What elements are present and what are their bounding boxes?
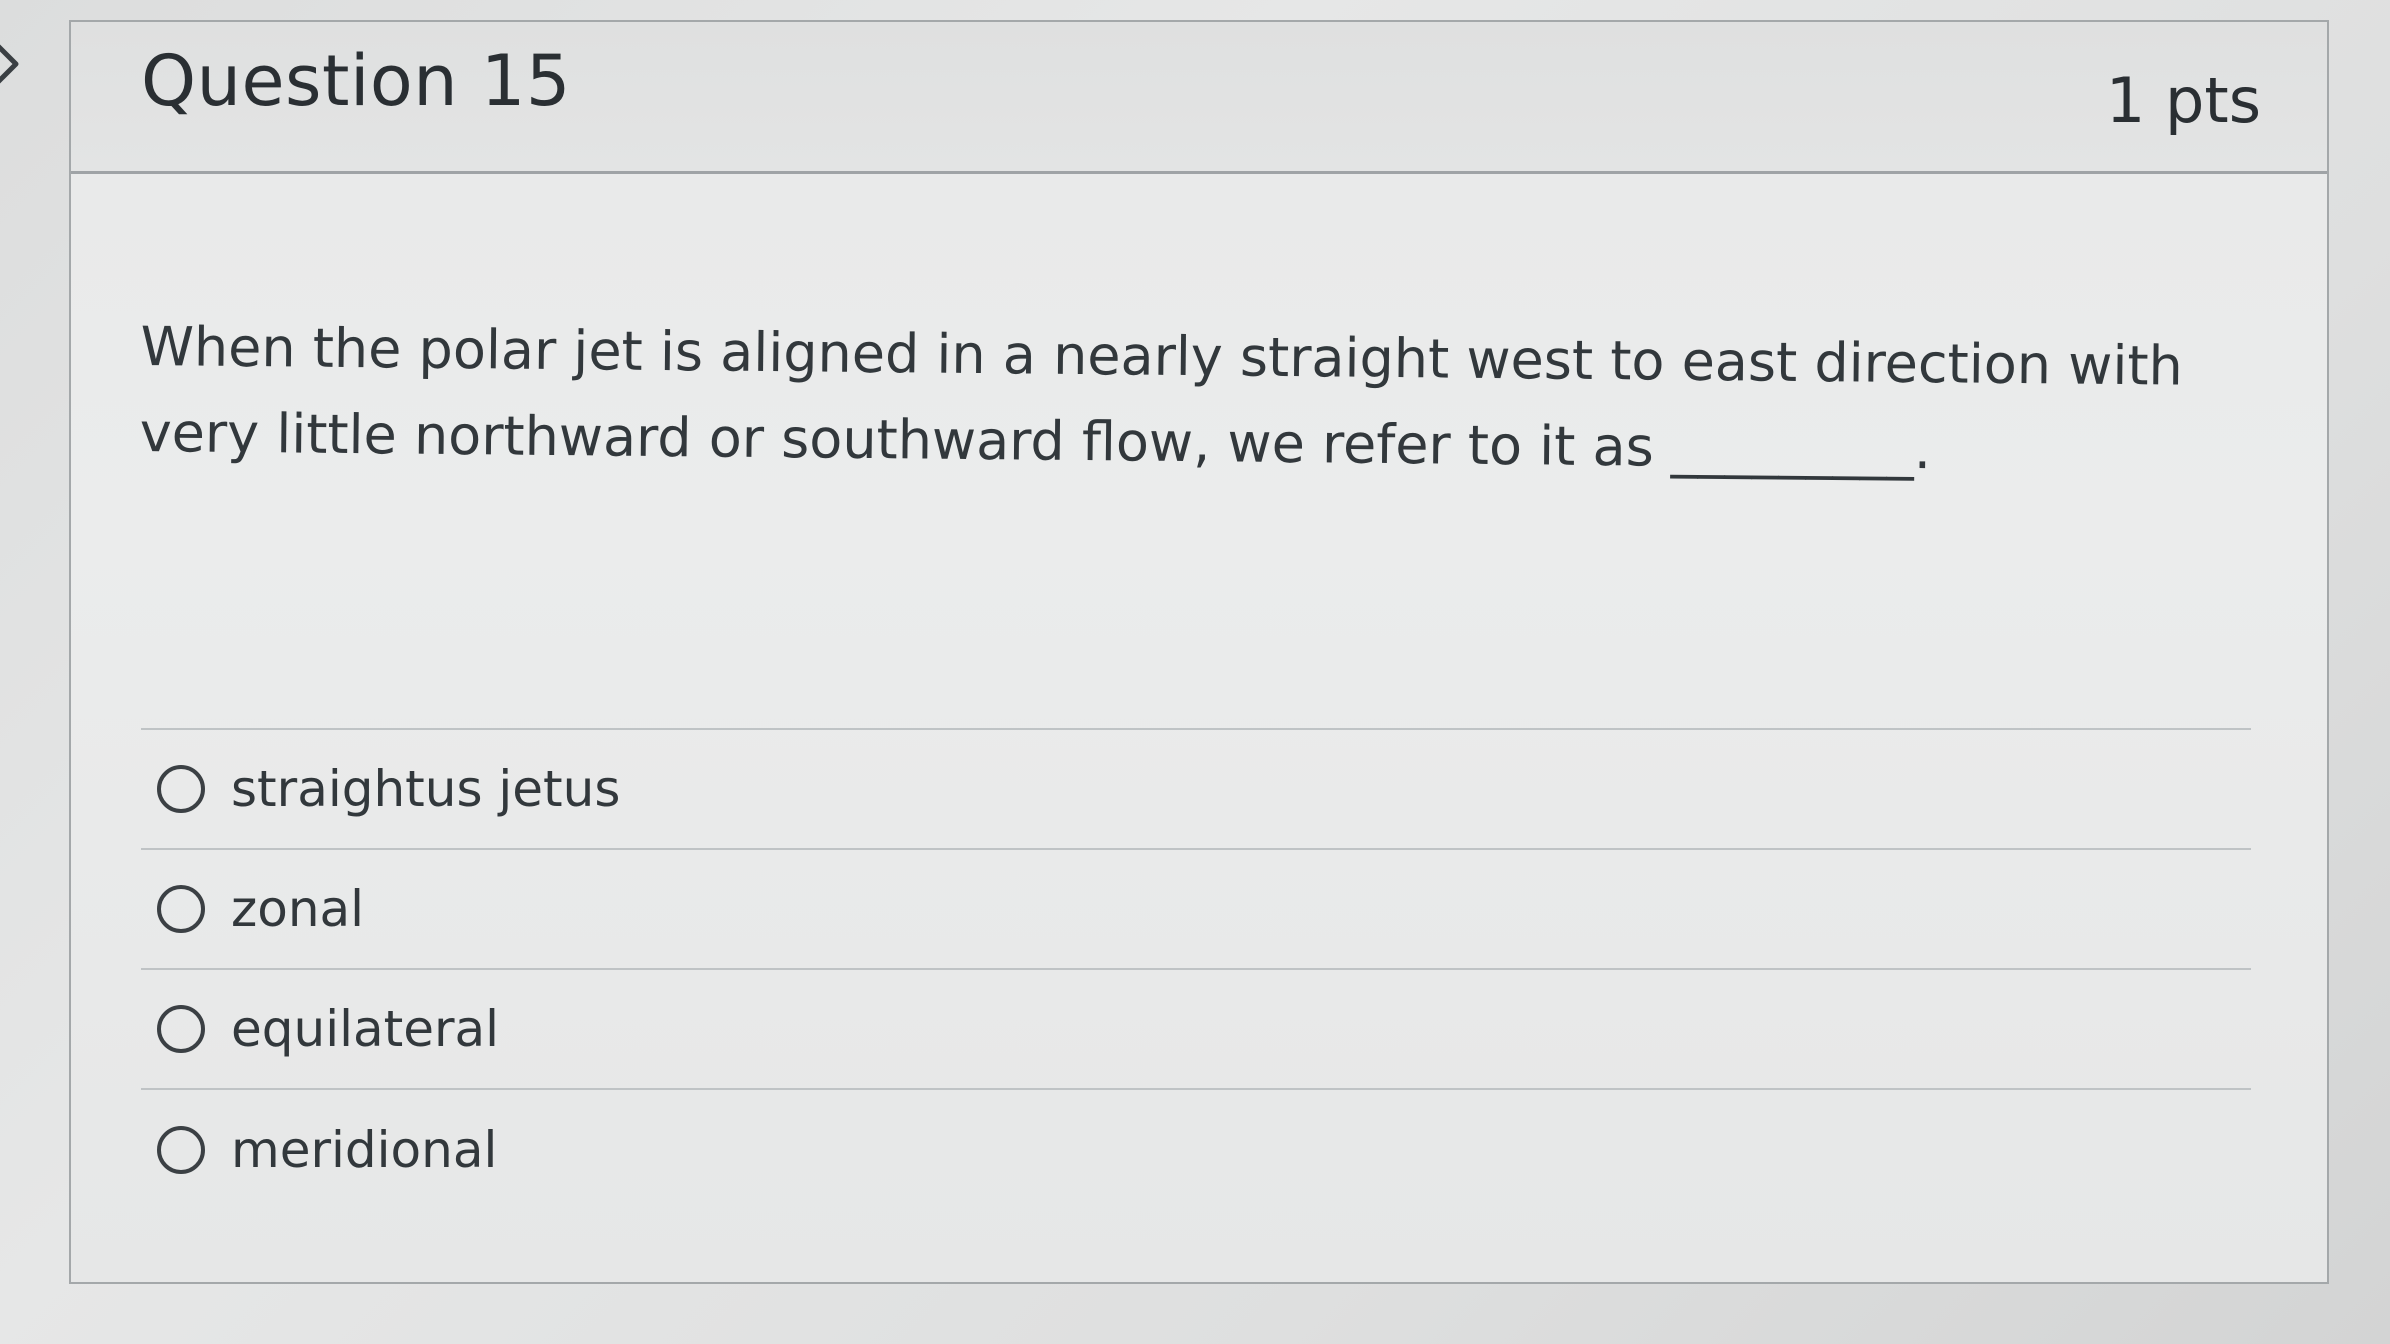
answer-label: zonal [231,880,365,938]
question-header: Question 15 1 pts [71,22,2327,174]
answer-option-meridional[interactable]: meridional [141,1090,2251,1210]
radio-button-icon[interactable] [157,1005,205,1053]
answer-label: meridional [231,1121,498,1179]
radio-button-icon[interactable] [157,1126,205,1174]
question-title: Question 15 [141,40,571,122]
question-text: When the polar jet is aligned in a nearl… [139,314,2184,482]
answer-option-equilateral[interactable]: equilateral [141,970,2251,1090]
answer-list: straightus jetus zonal equilateral merid… [141,728,2251,1210]
radio-button-icon[interactable] [157,885,205,933]
answer-label: straightus jetus [231,760,621,818]
answer-option-zonal[interactable]: zonal [141,850,2251,970]
chevron-right-icon[interactable] [0,34,30,94]
radio-button-icon[interactable] [157,765,205,813]
question-points: 1 pts [2105,64,2261,137]
answer-label: equilateral [231,1000,500,1058]
answer-option-straightus-jetus[interactable]: straightus jetus [141,730,2251,850]
question-card: Question 15 1 pts When the polar jet is … [69,20,2329,1284]
